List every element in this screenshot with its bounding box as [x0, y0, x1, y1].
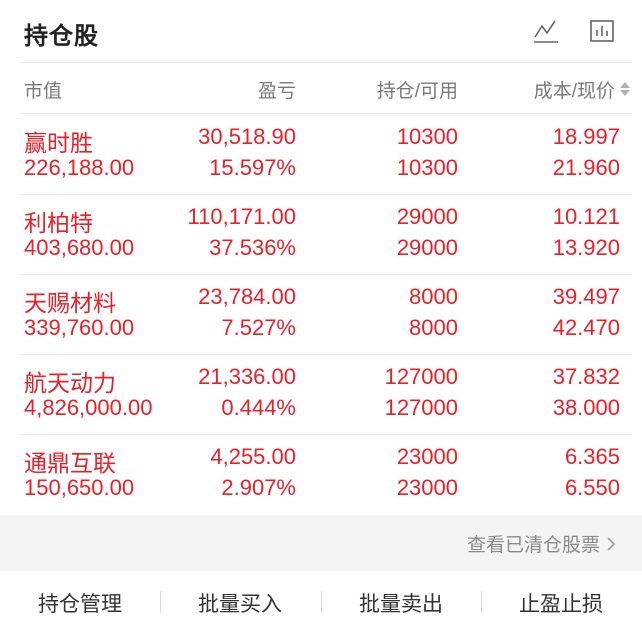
profit-amount: 21,336.00 [198, 364, 296, 389]
batch-buy-button[interactable]: 批量买入 [160, 571, 320, 634]
holding-row[interactable]: 赢时胜 226,188.00 30,518.90 15.597% 10300 1… [0, 114, 642, 194]
holding-row[interactable]: 天赐材料 339,760.00 23,784.00 7.527% 8000 80… [0, 274, 642, 354]
view-cleared-stocks-label: 查看已清仓股票 [466, 535, 600, 556]
position-qty: 127000 [384, 364, 458, 389]
profit-percent: 0.444% [221, 395, 296, 420]
current-price: 6.550 [564, 475, 620, 500]
current-price: 21.960 [552, 155, 620, 180]
view-cleared-stocks-link[interactable]: 查看已清仓股票 [467, 530, 616, 557]
sort-icon[interactable] [618, 80, 632, 98]
stop-profit-loss-button[interactable]: 止盈止损 [481, 571, 641, 634]
holding-row[interactable]: 通鼎互联 150,650.00 4,255.00 2.907% 23000 23… [0, 434, 642, 514]
market-value: 4,826,000.00 [24, 395, 153, 420]
current-price: 13.920 [552, 235, 620, 260]
market-value: 339,760.00 [24, 315, 135, 340]
stock-name: 赢时胜 [24, 130, 93, 156]
action-bar: 持仓管理 批量买入 批量卖出 止盈止损 [0, 571, 642, 634]
cost-price: 37.832 [552, 364, 620, 389]
holding-row[interactable]: 利柏特 403,680.00 110,171.00 37.536% 29000 … [0, 194, 642, 274]
position-qty: 23000 [396, 444, 458, 469]
column-header: 市值 盈亏 持仓/可用 成本/现价 [0, 62, 642, 114]
column-profit-loss: 盈亏 [257, 81, 296, 102]
page-title: 持仓股 [24, 23, 99, 50]
batch-sell-button[interactable]: 批量卖出 [321, 571, 481, 634]
cost-price: 10.121 [552, 204, 620, 229]
current-price: 38.000 [552, 395, 620, 420]
stock-name: 天赐材料 [24, 290, 116, 316]
cost-price: 6.365 [564, 444, 620, 469]
stock-name: 利柏特 [24, 210, 93, 236]
market-value: 403,680.00 [24, 235, 135, 260]
position-qty: 10300 [396, 124, 458, 149]
profit-percent: 37.536% [209, 235, 296, 260]
profit-amount: 110,171.00 [187, 204, 296, 229]
market-value: 226,188.00 [24, 155, 135, 180]
stock-name: 通鼎互联 [24, 450, 116, 476]
available-qty: 8000 [409, 315, 458, 340]
available-qty: 23000 [396, 475, 458, 500]
position-management-button[interactable]: 持仓管理 [0, 571, 160, 634]
holdings-header: 持仓股 [0, 0, 642, 62]
holding-row[interactable]: 航天动力 4,826,000.00 21,336.00 0.444% 12700… [0, 354, 642, 434]
available-qty: 29000 [396, 235, 458, 260]
column-cost-price[interactable]: 成本/现价 [534, 76, 615, 103]
stock-name: 航天动力 [24, 370, 116, 396]
position-qty: 29000 [396, 204, 458, 229]
cost-price: 18.997 [552, 124, 620, 149]
available-qty: 127000 [384, 395, 458, 420]
cost-price: 39.497 [552, 284, 620, 309]
available-qty: 10300 [396, 155, 458, 180]
column-position-available: 持仓/可用 [376, 81, 458, 102]
cleared-stocks-band: 查看已清仓股票 [0, 515, 642, 571]
market-value: 150,650.00 [24, 475, 135, 500]
position-qty: 8000 [409, 284, 458, 309]
profit-amount: 4,255.00 [210, 444, 296, 469]
column-market-value: 市值 [24, 81, 63, 102]
trend-line-icon[interactable] [533, 18, 559, 44]
chevron-right-icon [607, 536, 616, 551]
current-price: 42.470 [552, 315, 620, 340]
bar-chart-icon[interactable] [589, 18, 615, 44]
profit-amount: 23,784.00 [198, 284, 296, 309]
profit-percent: 2.907% [221, 475, 296, 500]
profit-percent: 15.597% [209, 155, 296, 180]
profit-percent: 7.527% [221, 315, 296, 340]
profit-amount: 30,518.90 [198, 124, 296, 149]
